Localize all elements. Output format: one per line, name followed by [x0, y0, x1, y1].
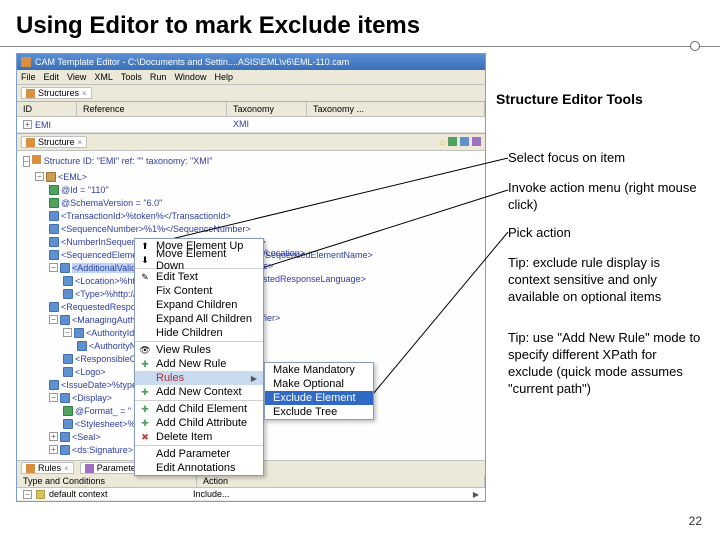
menu-help[interactable]: Help	[214, 72, 233, 82]
col-action[interactable]: Action	[197, 475, 485, 487]
cm-add-child-attribute[interactable]: ✚Add Child Attribute	[135, 416, 263, 430]
title-decor-dot	[690, 41, 700, 51]
expand-icon[interactable]: +	[23, 120, 32, 129]
menu-view[interactable]: View	[67, 72, 86, 82]
structure-tabbar: Structure × ⌂	[17, 134, 485, 151]
close-icon[interactable]: ×	[82, 89, 87, 98]
rules-tab[interactable]: Rules×	[21, 462, 74, 474]
structures-icon	[26, 89, 35, 98]
cm-expand-all[interactable]: Expand All Children	[135, 312, 263, 326]
tree-attr[interactable]: @SchemaVersion = "6.0"	[21, 196, 481, 209]
cm-expand-children[interactable]: Expand Children	[135, 298, 263, 312]
col-reference[interactable]: Reference	[77, 102, 227, 116]
close-icon[interactable]: ×	[78, 138, 83, 147]
menu-edit[interactable]: Edit	[44, 72, 60, 82]
rules-submenu: Make Mandatory Make Optional Exclude Ele…	[264, 362, 374, 420]
col-id[interactable]: ID	[17, 102, 77, 116]
cm-rules-submenu[interactable]: Rules▶	[135, 371, 263, 385]
cm-view-rules[interactable]: 👁View Rules	[135, 343, 263, 357]
cm-fix-content[interactable]: Fix Content	[135, 284, 263, 298]
struct-root-icon	[32, 155, 41, 164]
cm-add-new-context[interactable]: ✚Add New Context	[135, 385, 263, 399]
sub-exclude-element[interactable]: Exclude Element	[265, 391, 373, 405]
structure-tab[interactable]: Structure ×	[21, 136, 87, 148]
grid-header: ID Reference Taxonomy Taxonomy ...	[17, 102, 485, 117]
col-type-conditions[interactable]: Type and Conditions	[17, 475, 197, 487]
cm-hide-children[interactable]: Hide Children	[135, 326, 263, 340]
collapse-icon[interactable]: −	[23, 156, 30, 167]
structures-tab-bar: Structures ×	[17, 85, 485, 102]
menubar: File Edit View XML Tools Run Window Help	[17, 70, 485, 85]
cm-add-child-element[interactable]: ✚Add Child Element	[135, 402, 263, 416]
tree-node[interactable]: −<EML>	[21, 170, 481, 183]
menu-run[interactable]: Run	[150, 72, 167, 82]
cm-delete-item[interactable]: ✖Delete Item	[135, 430, 263, 444]
tree-node[interactable]: <SequenceNumber>%1%</SequenceNumber>	[21, 222, 481, 235]
annot-invoke-menu: Invoke action menu (right mouse click)	[508, 180, 698, 214]
titlebar: CAM Template Editor - C:\Documents and S…	[17, 54, 485, 70]
cm-edit-text[interactable]: ✎Edit Text	[135, 270, 263, 284]
structure-root-row[interactable]: − Structure ID: "EMI" ref: "" taxonomy: …	[17, 151, 485, 170]
tree-node[interactable]: <TransactionId>%token%</TransactionId>	[21, 209, 481, 222]
cm-add-parameter[interactable]: Add Parameter	[135, 447, 263, 461]
slide-title: Using Editor to mark Exclude items	[0, 0, 720, 47]
toolbar-icon-c[interactable]	[472, 137, 481, 146]
menu-tools[interactable]: Tools	[121, 72, 142, 82]
toolbar-icon-a[interactable]	[448, 137, 457, 146]
tree-attr[interactable]: @Id = "110"	[21, 183, 481, 196]
app-icon	[21, 57, 31, 67]
annot-heading: Structure Editor Tools	[496, 90, 696, 108]
sub-make-optional[interactable]: Make Optional	[265, 377, 373, 391]
col-taxonomy2[interactable]: Taxonomy ...	[307, 102, 485, 116]
annot-tip-exclude: Tip: exclude rule display is context sen…	[508, 255, 703, 306]
structure-icon	[26, 138, 35, 147]
col-taxonomy[interactable]: Taxonomy	[227, 102, 307, 116]
parameters-icon	[85, 464, 94, 473]
sub-make-mandatory[interactable]: Make Mandatory	[265, 363, 373, 377]
folder-icon	[36, 490, 45, 499]
annot-select-focus: Select focus on item	[508, 150, 698, 167]
rules-row[interactable]: − default context Include... ▶	[17, 488, 485, 501]
rules-icon	[26, 464, 35, 473]
page-number: 22	[689, 514, 702, 528]
cm-add-new-rule[interactable]: ✚Add New Rule	[135, 357, 263, 371]
structures-tab[interactable]: Structures ×	[21, 87, 92, 99]
menu-file[interactable]: File	[21, 72, 36, 82]
grid-row[interactable]: +EMI XMI	[17, 117, 485, 133]
menu-xml[interactable]: XML	[94, 72, 113, 82]
cm-edit-annotations[interactable]: Edit Annotations	[135, 461, 263, 475]
annot-pick-action: Pick action	[508, 225, 698, 242]
collapse-icon[interactable]: ⌂	[440, 137, 445, 147]
window-title: CAM Template Editor - C:\Documents and S…	[35, 57, 349, 67]
rules-grid-header: Type and Conditions Action	[17, 475, 485, 488]
sub-exclude-tree[interactable]: Exclude Tree	[265, 405, 373, 419]
cm-move-down[interactable]: ⬇Move Element Down	[135, 253, 263, 267]
annot-tip-addrule: Tip: use "Add New Rule" mode to specify …	[508, 330, 703, 398]
menu-window[interactable]: Window	[174, 72, 206, 82]
toolbar-icon-b[interactable]	[460, 137, 469, 146]
context-menu: ⬆Move Element Up ⬇Move Element Down ✎Edi…	[134, 238, 264, 476]
tree-fragments: </Location> pe> estedResponseLanguage> t…	[258, 248, 418, 326]
